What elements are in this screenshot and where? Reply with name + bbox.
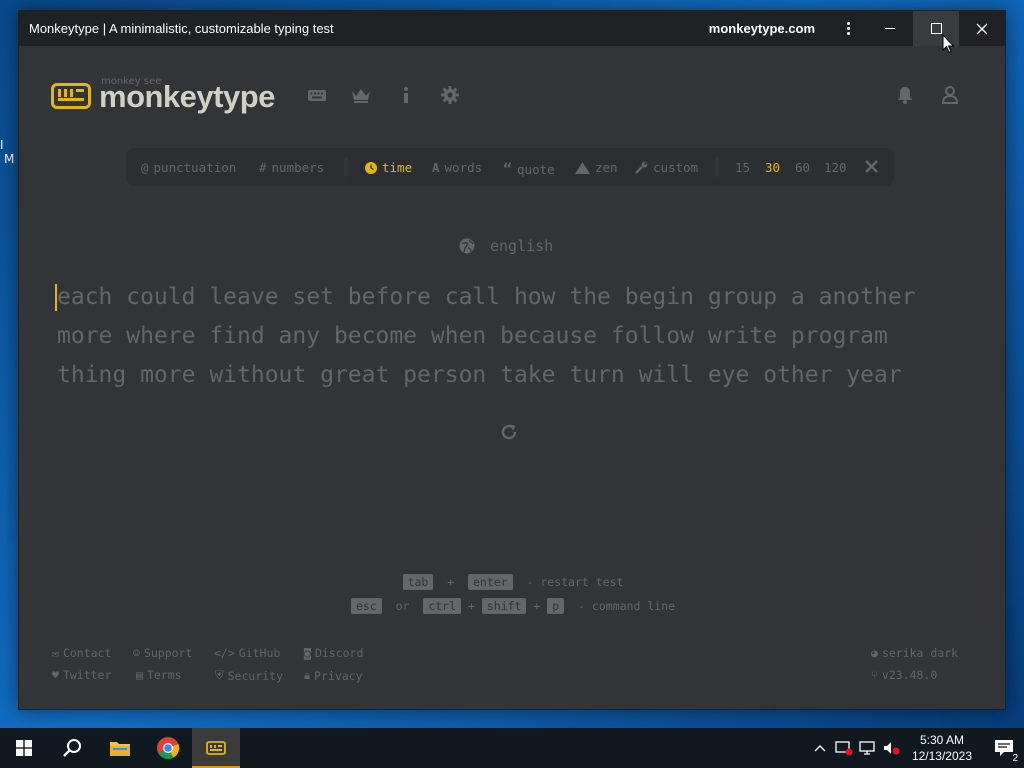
window-title: Monkeytype | A minimalistic, customizabl…	[29, 21, 334, 36]
discord-link[interactable]: ◙ Discord	[304, 646, 363, 660]
window-titlebar[interactable]: Monkeytype | A minimalistic, customizabl…	[19, 11, 1005, 46]
privacy-label: Privacy	[314, 668, 363, 683]
desktop-edge-text-1: I	[0, 138, 4, 152]
monkeytype-page: monkey see monkeytype @ punctuation # nu…	[19, 46, 1005, 711]
github-link[interactable]: </> GitHub	[214, 646, 280, 660]
branch-icon: ⑂	[871, 668, 878, 682]
terms-label: Terms	[146, 668, 182, 682]
twitter-link[interactable]: ♥ Twitter	[52, 668, 111, 682]
chevron-up-icon	[814, 745, 826, 752]
clock-time: 5:30 AM	[919, 733, 964, 747]
envelope-icon: ✉	[52, 646, 59, 660]
close-icon	[976, 23, 988, 34]
app-menu-button[interactable]	[833, 11, 863, 46]
privacy-link[interactable]: 🔒︎ Privacy	[304, 668, 363, 683]
volume-tray-button[interactable]	[880, 728, 904, 768]
monkeytype-app-icon	[206, 741, 226, 755]
security-link[interactable]: ⛨ Security	[215, 668, 283, 683]
volume-muted-icon	[883, 742, 900, 755]
search-button[interactable]	[48, 728, 96, 768]
document-icon: ▤	[136, 668, 143, 682]
twitter-icon: ♥	[52, 668, 59, 682]
folder-icon	[110, 742, 130, 756]
defender-tray-button[interactable]	[832, 728, 856, 768]
windows-taskbar: 5:30 AM 12/13/2023 2	[0, 728, 1024, 768]
chrome-icon	[157, 737, 180, 759]
windows-logo-icon	[16, 740, 32, 756]
theme-label: serika dark	[881, 646, 959, 660]
version-label: v23.48.0	[881, 668, 938, 682]
security-tray-icon	[835, 741, 853, 756]
support-link[interactable]: ☺ Support	[133, 646, 192, 660]
show-hidden-icons-button[interactable]	[808, 728, 832, 768]
taskbar-clock[interactable]: 5:30 AM 12/13/2023	[912, 732, 972, 764]
maximize-icon	[930, 23, 942, 34]
notification-count: 2	[1010, 753, 1020, 764]
desktop-edge-text-2: M	[4, 152, 15, 166]
desktop-edge-text: I M	[0, 138, 18, 178]
github-label: GitHub	[238, 646, 281, 660]
action-center-button[interactable]: 2	[984, 728, 1024, 768]
security-label: Security	[227, 668, 284, 683]
system-tray: 5:30 AM 12/13/2023 2	[808, 728, 1024, 768]
network-tray-button[interactable]	[856, 728, 880, 768]
terms-link[interactable]: ▤ Terms	[136, 668, 182, 682]
discord-icon: ◙	[304, 646, 311, 660]
file-explorer-button[interactable]	[96, 728, 144, 768]
close-button[interactable]	[959, 11, 1005, 46]
code-icon: </>	[214, 646, 235, 660]
search-icon	[63, 739, 81, 757]
lock-icon: 🔒︎	[304, 668, 311, 682]
donate-icon: ☺	[133, 646, 140, 660]
browser-window: Monkeytype | A minimalistic, customizabl…	[18, 10, 1006, 710]
version-button[interactable]: ⑂ v23.48.0	[871, 668, 937, 682]
window-domain: monkeytype.com	[708, 21, 815, 36]
footer: ✉ Contact ☺ Support </> GitHub ◙ Discord ♥ Tw…	[19, 46, 1007, 711]
contact-label: Contact	[62, 646, 112, 660]
contact-link[interactable]: ✉ Contact	[52, 646, 111, 660]
shield-icon: ⛨	[215, 668, 224, 682]
theme-button[interactable]: ◕ serika dark	[871, 646, 958, 660]
clock-date: 12/13/2023	[911, 749, 972, 763]
minimize-icon	[885, 28, 895, 29]
network-icon	[859, 741, 875, 755]
minimize-button[interactable]	[867, 11, 913, 46]
monkeytype-taskbar-button[interactable]	[192, 728, 240, 768]
support-label: Support	[143, 646, 193, 660]
mouse-cursor-icon	[942, 34, 955, 54]
twitter-label: Twitter	[62, 668, 112, 682]
discord-label: Discord	[314, 646, 364, 660]
kebab-menu-icon	[846, 22, 850, 35]
palette-icon: ◕	[871, 646, 878, 660]
chrome-button[interactable]	[144, 728, 192, 768]
start-button[interactable]	[0, 728, 48, 768]
